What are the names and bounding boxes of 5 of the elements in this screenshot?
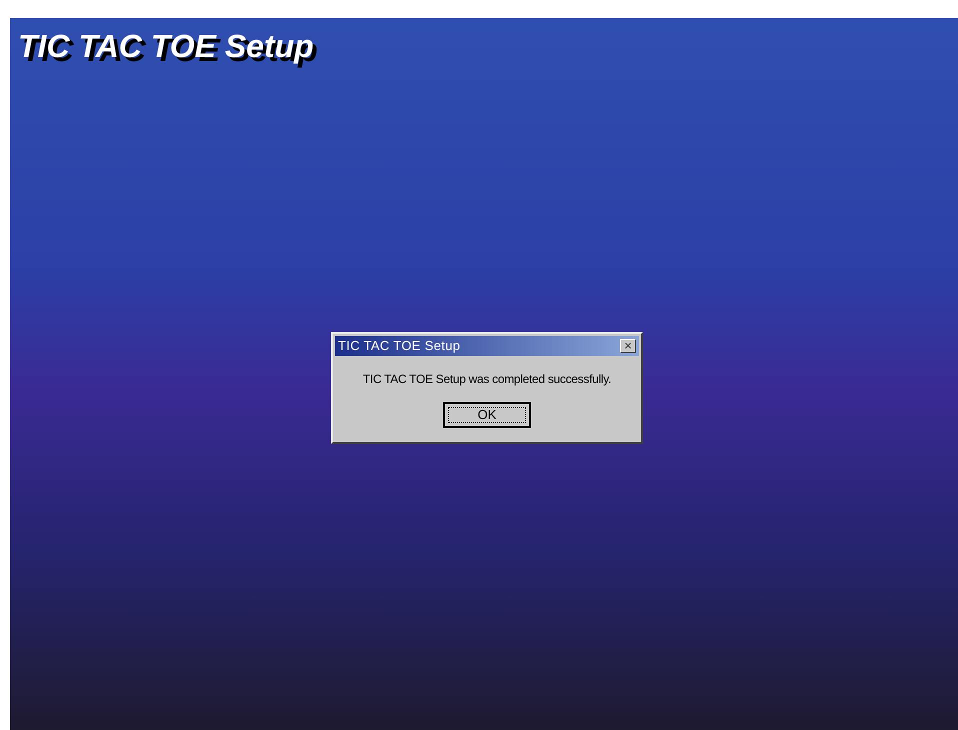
close-button[interactable]: ×	[620, 339, 636, 353]
dialog-message: TIC TAC TOE Setup was completed successfully.	[362, 371, 612, 388]
setup-title: TIC TAC TOE Setup	[18, 27, 314, 66]
ok-button[interactable]: OK	[443, 402, 531, 428]
dialog-title: TIC TAC TOE Setup	[338, 337, 460, 356]
